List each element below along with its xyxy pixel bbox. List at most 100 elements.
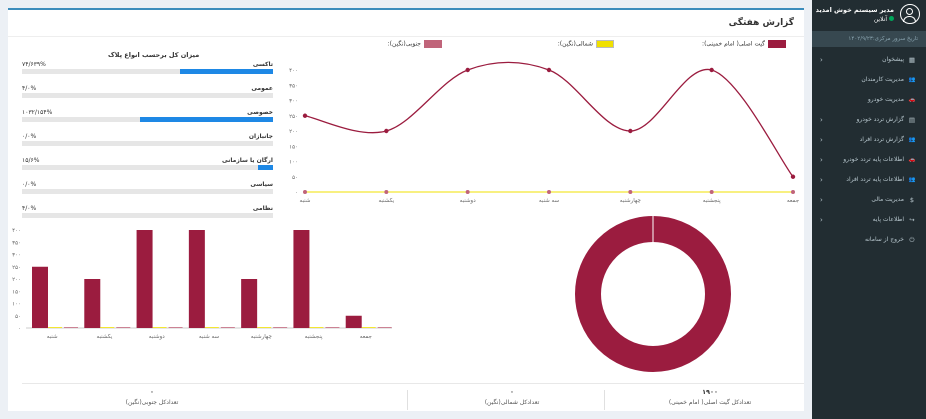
users-icon: 👥	[908, 177, 916, 183]
bar	[136, 230, 153, 328]
y-tick-label: ۲۰۰	[12, 277, 21, 283]
sidebar-item[interactable]: ▤ گزارش تردد خودرو ‹	[812, 113, 926, 133]
x-tick-label: جمعه	[360, 334, 372, 340]
chevron-left-icon: ‹	[820, 176, 823, 184]
plate-row-value: ۴/۰%	[22, 205, 37, 212]
divider	[8, 36, 804, 37]
sidebar-item[interactable]: 👥 مدیریت کارمندان	[812, 73, 926, 93]
bar	[345, 315, 362, 328]
sidebar-item-label: اطلاعات پایه	[872, 216, 904, 223]
user-status-label: آنلاین	[873, 16, 887, 23]
sidebar-item-label: گزارش تردد افراد	[859, 136, 904, 143]
sidebar: مدیر سیستم خوش امدید آنلاین تاریخ سرور م…	[812, 0, 926, 419]
sidebar-item[interactable]: $ مدیریت مالی ‹	[812, 193, 926, 213]
footer-divider	[604, 390, 605, 410]
sidebar-item-label: مدیریت کارمندان	[861, 76, 904, 83]
bar	[48, 327, 62, 328]
data-point	[546, 67, 552, 73]
total-south: ۰ تعدادکل جنوبی(نگین)	[52, 388, 252, 406]
y-tick-label: ۳۵۰	[12, 240, 21, 246]
legend-label-north: شمالی(نگین)	[559, 40, 593, 48]
sidebar-item[interactable]: 👥 گزارش تردد افراد ‹	[812, 133, 926, 153]
data-point	[628, 128, 633, 134]
legend-item-south[interactable]: جنوبی(نگین):	[388, 40, 442, 48]
bar	[204, 327, 219, 328]
legend-item-main[interactable]: گیت اصلی( امام خمینی):	[702, 40, 786, 48]
legend-label-main: گیت اصلی( امام خمینی)	[704, 40, 765, 48]
plate-row-label: ارگان یا سازمانی	[222, 157, 273, 164]
total-south-value: ۰	[150, 388, 154, 396]
y-tick-label: ۳۵۰	[289, 83, 298, 89]
plate-row: عمومی ۴/۰%	[22, 85, 273, 103]
bar	[168, 327, 183, 328]
legend-swatch-north	[596, 40, 614, 48]
chevron-left-icon: ‹	[820, 196, 823, 204]
legend-swatch-south	[424, 40, 442, 48]
data-point	[465, 67, 470, 73]
total-north-label: تعدادکل شمالی(نگین)	[484, 399, 540, 406]
y-tick-label: ۲۵۰	[289, 114, 298, 120]
progress-fill	[139, 117, 273, 122]
plate-row-value: ۱۵/۶%	[22, 157, 40, 164]
sidebar-item[interactable]: 🚗 اطلاعات پایه تردد خودرو ‹	[812, 153, 926, 173]
sidebar-item-label: مدیریت مالی	[871, 196, 904, 203]
user-panel: مدیر سیستم خوش امدید آنلاین	[812, 0, 926, 30]
users-icon: 👥	[908, 137, 916, 143]
x-tick-label: دوشنبه	[460, 198, 477, 204]
chevron-left-icon: ‹	[820, 216, 823, 224]
sidebar-item-label: خروج از سامانه	[865, 236, 904, 243]
x-tick-label: دوشنبه	[149, 334, 166, 340]
progress-fill	[257, 165, 273, 170]
y-tick-label: ۲۰۰	[289, 129, 298, 135]
y-tick-label: ۴۰۰	[289, 68, 298, 74]
sidebar-item-label: گزارش تردد خودرو	[856, 116, 904, 123]
weekly-report-panel: گزارش هفتگی گیت اصلی( امام خمینی): شمالی…	[8, 8, 804, 411]
progress-track	[22, 117, 273, 122]
data-point-zero	[709, 190, 714, 194]
sidebar-item-label: اطلاعات پایه تردد افراد	[846, 176, 904, 183]
plate-row-label: جانبازان	[248, 133, 273, 140]
exit-icon: ⏻	[909, 236, 915, 244]
legend-item-north[interactable]: شمالی(نگین):	[558, 40, 614, 48]
y-tick-label: ۳۰۰	[289, 99, 298, 105]
sidebar-menu: ▦ پیشخوان ‹ 👥 مدیریت کارمندان 🚗 مدیریت خودرو ▤ گ…	[812, 53, 926, 253]
sidebar-item[interactable]: ⏻ خروج از سامانه	[812, 233, 926, 253]
sidebar-item[interactable]: 👥 اطلاعات پایه تردد افراد ‹	[812, 173, 926, 193]
y-tick-label: ۳۰۰	[12, 253, 21, 259]
x-tick-label: چهارشنبه	[251, 334, 272, 340]
bar	[241, 279, 258, 328]
bar	[100, 327, 115, 328]
bar-chart: ۰ ۵۰ ۱۰۰ ۱۵۰ ۲۰۰ ۲۵۰ ۳۰۰ ۳۵۰ ۴۰۰ شنبه یکشنبه دوشنبه…	[12, 228, 392, 340]
users-icon: 👥	[908, 77, 916, 83]
data-point-zero	[547, 190, 551, 194]
server-date: تاریخ سرور مرکزی:۱۴۰۲/۹/۲۳	[812, 31, 926, 47]
x-tick-label: شنبه	[300, 198, 311, 204]
dollar-icon: $	[909, 196, 915, 204]
y-tick-label: ۱۰۰	[12, 302, 21, 308]
total-main: ۱۹۰۰ تعدادکل گیت اصلی( امام خمینی)	[610, 388, 810, 406]
bar	[32, 266, 48, 328]
share-icon: ↪	[909, 216, 915, 224]
y-tick-label: ۴۰۰	[12, 228, 21, 234]
bar	[152, 327, 167, 328]
legend-swatch-main	[768, 40, 786, 48]
data-point-zero	[384, 190, 389, 194]
line-chart: ۰ ۵۰ ۱۰۰ ۱۵۰ ۲۰۰ ۲۵۰ ۳۰۰ ۳۵۰ ۴۰۰ شنبه یکشنبه دوشنبه…	[289, 61, 799, 204]
progress-track	[22, 93, 273, 98]
sidebar-item[interactable]: ↪ اطلاعات پایه ‹	[812, 213, 926, 233]
x-tick-label: چهارشنبه	[620, 198, 641, 204]
sidebar-item[interactable]: ▦ پیشخوان ‹	[812, 53, 926, 73]
dashboard-icon: ▦	[908, 56, 916, 64]
plate-row-label: نظامی	[252, 205, 273, 212]
sidebar-item[interactable]: 🚗 مدیریت خودرو	[812, 93, 926, 113]
progress-track	[22, 141, 273, 146]
plate-row-value: ۱۰۳۲/۱۵۴%	[22, 109, 53, 116]
data-point-zero	[791, 190, 795, 194]
bar	[220, 327, 235, 328]
totals-footer: ۰ تعدادکل جنوبی(نگین) ۰ تعدادکل شمالی(نگ…	[22, 383, 804, 414]
donut-chart	[575, 216, 731, 372]
plate-chart-title: میزان کل برحسب انواع پلاک	[108, 51, 200, 59]
y-tick-label: ۵۰	[15, 314, 21, 320]
user-status: آنلاین	[874, 16, 894, 23]
bar	[257, 327, 272, 328]
